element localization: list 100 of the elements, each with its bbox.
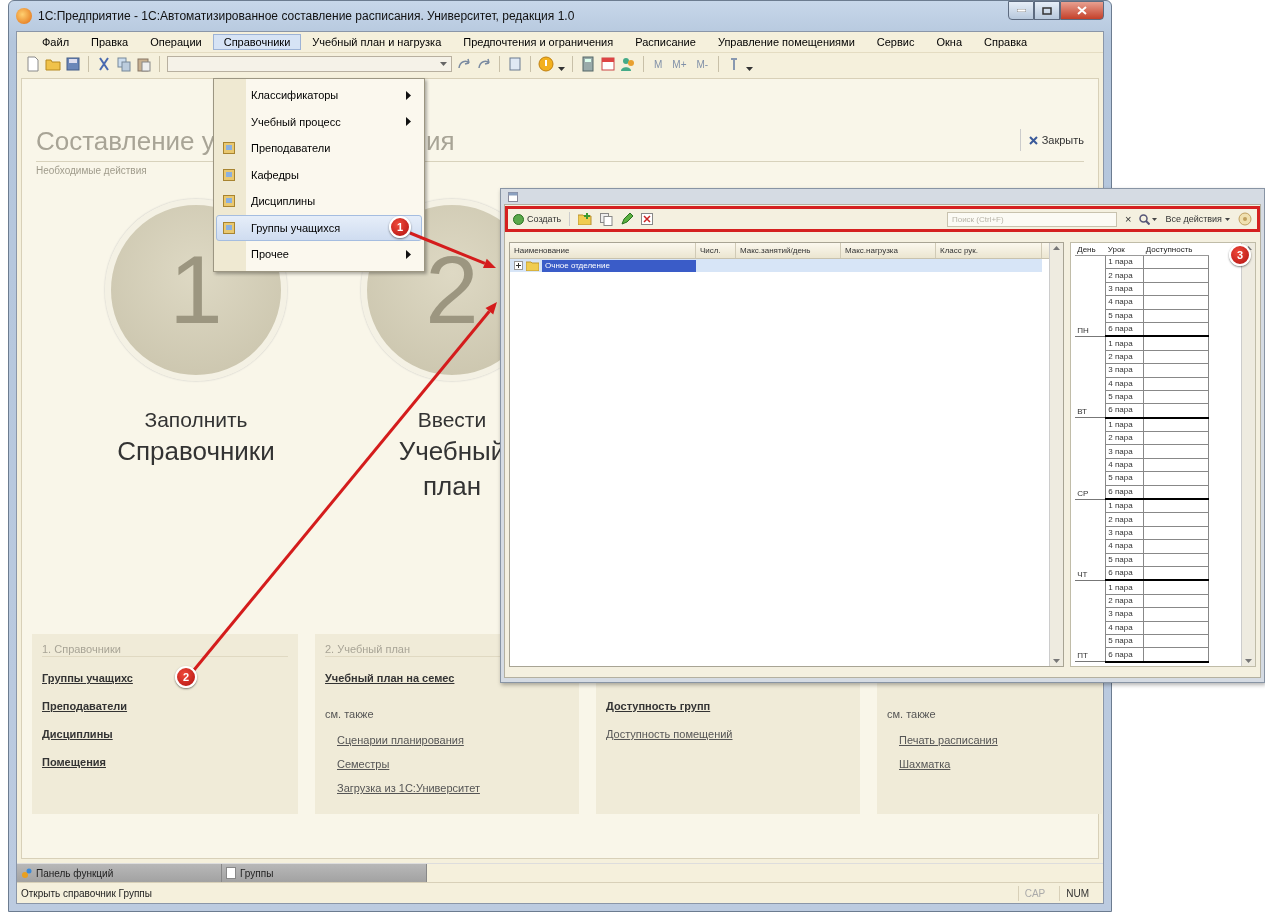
directory-icon <box>223 195 235 208</box>
close-icon[interactable] <box>1028 135 1038 145</box>
column-header[interactable]: Наименование <box>510 243 696 258</box>
menu-item[interactable]: Преподаватели <box>216 135 422 162</box>
minimize-icon[interactable] <box>1016 9 1026 12</box>
table-cell: 4 пара <box>1108 378 1133 388</box>
menu-item[interactable]: Расписание <box>624 34 707 50</box>
menu-item[interactable]: Правка <box>80 34 140 50</box>
all-actions-button[interactable]: Все действия <box>1165 214 1230 224</box>
caret-icon[interactable] <box>746 67 754 71</box>
directory-icon <box>223 221 235 234</box>
column-header[interactable]: Макс.занятий/день <box>736 243 841 258</box>
table-cell: 4 пара <box>1108 541 1133 551</box>
table-cell: ПТ <box>1077 651 1088 661</box>
table-cell: 6 пара <box>1108 568 1133 578</box>
menu-item[interactable]: Учебный план и нагрузка <box>301 34 453 50</box>
taskbar-tab[interactable]: Группы <box>222 864 427 882</box>
calendar-icon[interactable] <box>600 56 616 72</box>
table-cell: 6 пара <box>1108 649 1133 659</box>
link[interactable]: Учебный план на семес <box>325 671 455 685</box>
create-icon[interactable] <box>513 213 524 225</box>
status-text: Открыть справочник Группы <box>21 887 153 899</box>
table-row[interactable]: Очное отделение <box>510 259 1042 272</box>
menu-item[interactable]: Сервис <box>865 34 926 50</box>
copy-icon[interactable] <box>116 56 132 72</box>
copy-icon[interactable] <box>600 212 614 226</box>
table-cell: 6 пара <box>1108 324 1133 334</box>
scroll-down-icon[interactable] <box>1053 659 1061 663</box>
minimize-button[interactable] <box>1008 1 1034 20</box>
menu-item[interactable]: Операции <box>139 34 213 50</box>
table-cell: 5 пара <box>1108 636 1133 646</box>
menu-item[interactable]: Учебный процесс <box>216 108 422 135</box>
menu-item[interactable]: Справочники <box>212 34 302 50</box>
caret-icon[interactable] <box>440 62 447 66</box>
caret-icon[interactable] <box>1225 217 1230 221</box>
search-button[interactable] <box>1139 213 1158 225</box>
new-document-icon[interactable] <box>25 56 41 72</box>
table-cell: 6 пара <box>1108 486 1133 496</box>
menu-item[interactable]: Файл <box>31 34 81 50</box>
scroll-up-icon[interactable] <box>1053 246 1061 250</box>
cut-icon[interactable] <box>96 56 112 72</box>
clear-button[interactable]: × <box>1124 213 1132 225</box>
link[interactable]: Семестры <box>337 757 390 771</box>
calculator-icon[interactable] <box>580 56 596 72</box>
link[interactable]: Дисциплины <box>42 727 113 741</box>
expand-icon[interactable] <box>514 261 523 270</box>
paste-icon[interactable] <box>136 56 152 72</box>
column-header[interactable]: Числ. <box>696 243 736 258</box>
maximize-button[interactable] <box>1034 1 1060 20</box>
link[interactable]: Группы учащихс <box>42 671 133 685</box>
menu-item[interactable]: Управление помещениями <box>706 34 866 50</box>
see-also-label: см. также <box>887 707 937 721</box>
menu-item[interactable]: Классификаторы <box>216 82 422 109</box>
create-button[interactable]: Создать <box>513 213 562 225</box>
table-cell: 1 пара <box>1108 338 1133 348</box>
step-label: Заполнить <box>144 408 248 432</box>
pencil-icon[interactable] <box>621 213 634 225</box>
save-icon[interactable] <box>65 56 81 72</box>
combo-field[interactable] <box>167 56 452 72</box>
add-folder-icon[interactable] <box>578 213 593 225</box>
status-indicator: CAP <box>1017 885 1052 901</box>
submenu-arrow-icon <box>406 249 411 259</box>
column-header: Доступность <box>1145 244 1193 254</box>
window-title: 1С:Предприятие - 1С:Автоматизированное составление расписания. Университет, редакция 1.0 <box>38 9 576 23</box>
menu-item[interactable]: Кафедры <box>216 161 422 188</box>
menu-item[interactable]: Справка <box>973 34 1039 50</box>
page-title: ия <box>426 126 455 157</box>
close-button[interactable] <box>1060 1 1104 20</box>
link[interactable]: Доступность помещений <box>606 727 733 741</box>
link[interactable]: Преподаватели <box>42 699 128 713</box>
table-cell[interactable]: Очное отделение <box>542 259 696 272</box>
caret-icon[interactable] <box>558 67 565 71</box>
users-icon[interactable] <box>620 56 636 72</box>
status-indicator: NUM <box>1059 885 1095 901</box>
menu-item[interactable]: Окна <box>925 34 973 50</box>
close-link[interactable]: Закрыть <box>1028 134 1084 146</box>
table-cell: 1 пара <box>1108 419 1133 429</box>
menu-item[interactable]: Предпочтения и ограничения <box>452 34 625 50</box>
link[interactable]: Загрузка из 1С:Университет <box>337 781 480 795</box>
link[interactable]: Сценарии планирования <box>337 733 464 747</box>
link[interactable]: Доступность групп <box>606 699 711 713</box>
delete-icon[interactable] <box>641 213 654 225</box>
table-cell: ЧТ <box>1077 569 1088 579</box>
scrollbar[interactable] <box>1241 243 1255 666</box>
scroll-down-icon[interactable] <box>1245 659 1252 663</box>
page-title: Составление у <box>36 126 215 156</box>
taskbar-tab[interactable]: Панель функций <box>17 864 222 882</box>
search-icon[interactable] <box>1139 213 1151 225</box>
scrollbar[interactable] <box>1049 243 1064 666</box>
link[interactable]: Печать расписания <box>899 733 998 747</box>
caret-icon[interactable] <box>1152 217 1158 221</box>
column-header[interactable]: Макс.нагрузка <box>841 243 936 258</box>
link[interactable]: Помещения <box>42 755 106 769</box>
open-folder-icon[interactable] <box>45 56 61 72</box>
column-header[interactable]: Класс рук. <box>936 243 1042 258</box>
column-header: День <box>1077 244 1096 254</box>
section-title: 1. Справочники <box>42 642 288 657</box>
table-cell: 2 пара <box>1108 351 1133 361</box>
maximize-icon[interactable] <box>1042 6 1052 15</box>
link[interactable]: Шахматка <box>899 757 951 771</box>
